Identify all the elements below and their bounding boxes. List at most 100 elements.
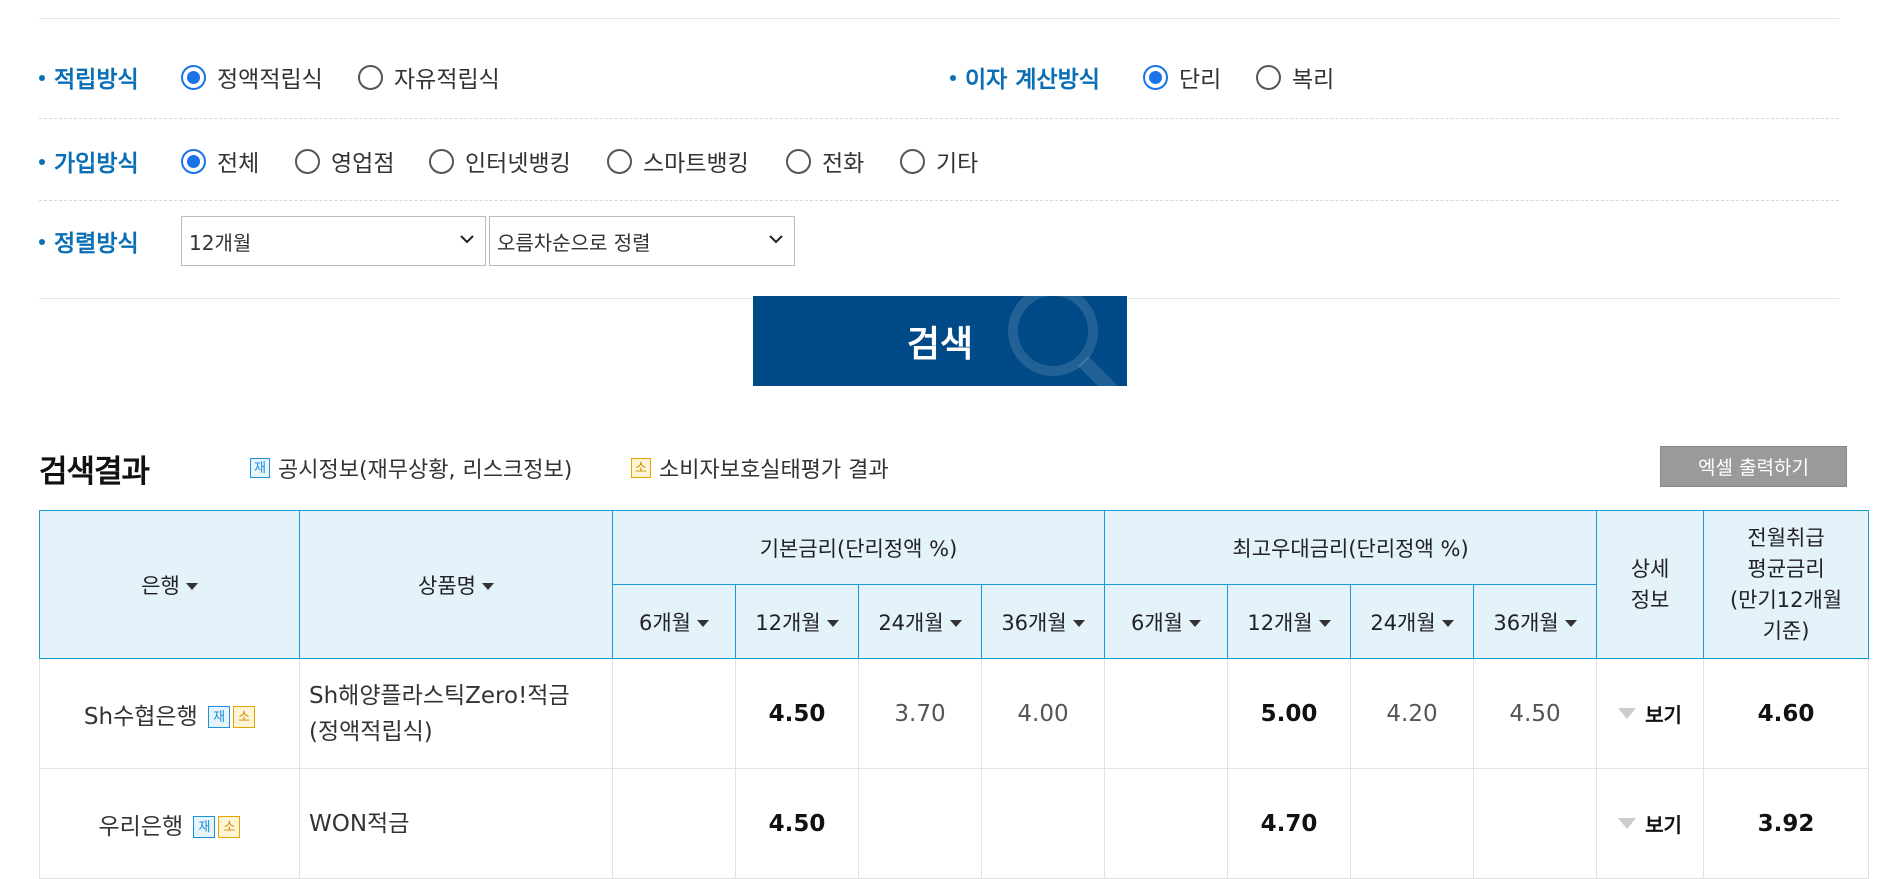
base-rate-6m bbox=[612, 768, 736, 879]
header-product[interactable]: 상품명 bbox=[299, 510, 613, 659]
header-max-24m[interactable]: 24개월 bbox=[1350, 584, 1475, 659]
consumer-badge-icon[interactable]: 소 bbox=[233, 706, 256, 728]
triangle-down-icon bbox=[1618, 818, 1637, 829]
detail-cell: 보기 bbox=[1596, 768, 1705, 879]
radio-join-phone[interactable]: 전화 bbox=[786, 144, 864, 178]
bullet-icon bbox=[39, 74, 45, 81]
magnifier-icon bbox=[1008, 296, 1118, 386]
avg-rate-cell: 3.92 bbox=[1703, 768, 1870, 879]
sort-down-icon bbox=[1318, 620, 1331, 627]
base-rate-36m: 4.00 bbox=[980, 658, 1106, 769]
excel-export-button[interactable]: 엑셀 출력하기 bbox=[1660, 446, 1847, 487]
detail-cell: 보기 bbox=[1596, 658, 1705, 769]
legend-disclosure: 재 공시정보(재무상황, 리스크정보) bbox=[250, 452, 572, 484]
sort-down-icon bbox=[1189, 620, 1202, 627]
view-detail-button[interactable]: 보기 bbox=[1618, 809, 1682, 838]
consumer-badge-icon[interactable]: 소 bbox=[218, 816, 241, 838]
bullet-icon bbox=[39, 238, 45, 245]
disclosure-badge-icon[interactable]: 재 bbox=[208, 706, 231, 728]
max-rate-24m: 4.20 bbox=[1350, 658, 1475, 769]
legend-consumer: 소 소비자보호실태평가 결과 bbox=[631, 452, 889, 484]
sort-down-icon bbox=[1564, 620, 1577, 627]
sort-down-icon bbox=[826, 620, 839, 627]
chevron-down-icon bbox=[460, 235, 474, 244]
table-row: 우리은행 재소 WON적금 4.50 4.70 보기 3.92 bbox=[39, 768, 1870, 879]
max-rate-24m bbox=[1350, 768, 1475, 879]
radio-unchecked-icon bbox=[786, 148, 811, 174]
radio-unchecked-icon bbox=[429, 148, 454, 174]
header-base-24m[interactable]: 24개월 bbox=[858, 584, 982, 659]
bank-cell: 우리은행 재소 bbox=[39, 768, 300, 879]
radio-unchecked-icon bbox=[607, 148, 632, 174]
join-method-label: 가입방식 bbox=[39, 144, 139, 178]
radio-free-saving[interactable]: 자유적립식 bbox=[358, 60, 500, 94]
view-detail-button[interactable]: 보기 bbox=[1618, 699, 1682, 728]
base-rate-24m bbox=[858, 768, 982, 879]
sort-down-icon bbox=[1072, 620, 1085, 627]
max-rate-12m: 4.70 bbox=[1227, 768, 1352, 879]
avg-rate-cell: 4.60 bbox=[1703, 658, 1870, 769]
interest-method-label: 이자 계산방식 bbox=[950, 60, 1100, 94]
max-rate-6m bbox=[1104, 658, 1229, 769]
results-title: 검색결과 bbox=[39, 454, 150, 490]
radio-checked-icon bbox=[181, 64, 206, 90]
radio-checked-icon bbox=[181, 148, 206, 174]
radio-join-smart[interactable]: 스마트뱅킹 bbox=[607, 144, 749, 178]
sort-down-icon bbox=[185, 583, 198, 590]
radio-join-branch[interactable]: 영업점 bbox=[295, 144, 394, 178]
top-divider bbox=[39, 18, 1839, 19]
radio-checked-icon bbox=[1143, 64, 1168, 90]
max-rate-6m bbox=[1104, 768, 1229, 879]
radio-simple-interest[interactable]: 단리 bbox=[1143, 60, 1221, 94]
header-detail: 상세 정보 bbox=[1596, 510, 1705, 659]
radio-unchecked-icon bbox=[358, 64, 383, 90]
order-select[interactable]: 오름차순으로 정렬 bbox=[489, 216, 795, 266]
sort-down-icon bbox=[949, 620, 962, 627]
base-rate-12m: 4.50 bbox=[735, 658, 859, 769]
triangle-down-icon bbox=[1618, 708, 1637, 719]
radio-join-internet[interactable]: 인터넷뱅킹 bbox=[429, 144, 571, 178]
saving-method-label: 적립방식 bbox=[39, 60, 139, 94]
radio-unchecked-icon bbox=[1256, 64, 1281, 90]
bank-cell: Sh수협은행 재소 bbox=[39, 658, 300, 769]
disclosure-badge-icon[interactable]: 재 bbox=[193, 816, 216, 838]
row-divider bbox=[39, 118, 1839, 119]
header-base-6m[interactable]: 6개월 bbox=[612, 584, 736, 659]
sort-down-icon bbox=[697, 620, 709, 627]
base-rate-24m: 3.70 bbox=[858, 658, 982, 769]
bullet-icon bbox=[950, 74, 956, 81]
max-rate-12m: 5.00 bbox=[1227, 658, 1352, 769]
max-rate-36m: 4.50 bbox=[1473, 658, 1598, 769]
product-cell[interactable]: WON적금 bbox=[299, 768, 613, 879]
max-rate-36m bbox=[1473, 768, 1598, 879]
bullet-icon bbox=[39, 158, 45, 165]
header-max-rate: 최고우대금리(단리정액 %) bbox=[1104, 510, 1598, 585]
header-base-12m[interactable]: 12개월 bbox=[735, 584, 859, 659]
base-rate-12m: 4.50 bbox=[735, 768, 859, 879]
radio-unchecked-icon bbox=[295, 148, 320, 174]
sort-down-icon bbox=[481, 583, 494, 590]
radio-join-all[interactable]: 전체 bbox=[181, 144, 259, 178]
radio-join-other[interactable]: 기타 bbox=[900, 144, 978, 178]
header-max-12m[interactable]: 12개월 bbox=[1227, 584, 1352, 659]
row-divider bbox=[39, 200, 1839, 201]
header-bank[interactable]: 은행 bbox=[39, 510, 300, 659]
radio-unchecked-icon bbox=[900, 148, 925, 174]
sort-down-icon bbox=[1441, 620, 1454, 627]
header-max-6m[interactable]: 6개월 bbox=[1104, 584, 1229, 659]
radio-compound-interest[interactable]: 복리 bbox=[1256, 60, 1334, 94]
header-base-rate: 기본금리(단리정액 %) bbox=[611, 510, 1106, 585]
search-button[interactable]: 검색 bbox=[753, 296, 1127, 386]
product-cell[interactable]: Sh해양플라스틱Zero!적금 (정액적립식) bbox=[299, 658, 613, 769]
chevron-down-icon bbox=[769, 235, 783, 244]
disclosure-badge-icon: 재 bbox=[250, 458, 270, 478]
header-base-36m[interactable]: 36개월 bbox=[980, 584, 1106, 659]
period-select[interactable]: 12개월 bbox=[181, 216, 486, 266]
radio-fixed-saving[interactable]: 정액적립식 bbox=[181, 60, 323, 94]
consumer-badge-icon: 소 bbox=[631, 458, 651, 478]
header-max-36m[interactable]: 36개월 bbox=[1473, 584, 1598, 659]
results-table: 은행 상품명 기본금리(단리정액 %) 최고우대금리(단리정액 %) 상세 정보 … bbox=[39, 510, 1870, 879]
base-rate-36m bbox=[980, 768, 1106, 879]
header-avg-rate: 전월취급 평균금리 (만기12개월 기준) bbox=[1703, 510, 1870, 659]
page: 적립방식 정액적립식 자유적립식 이자 계산방식 단리 복리 가입방식 전체 영… bbox=[0, 0, 1897, 879]
